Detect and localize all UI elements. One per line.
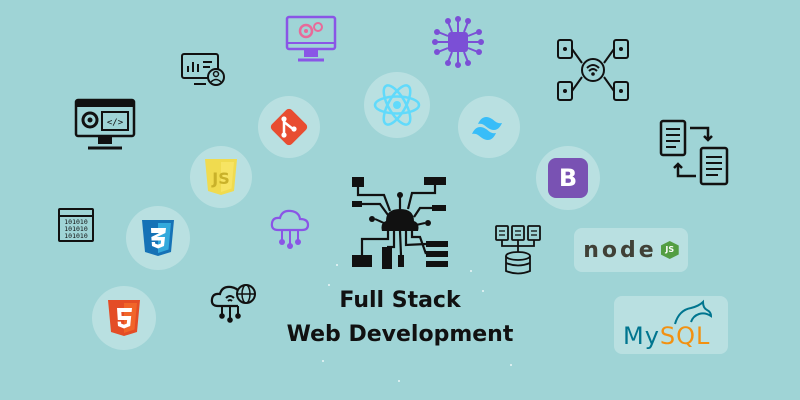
node-tile: node JS — [574, 228, 688, 272]
svg-text:JS: JS — [211, 169, 229, 188]
sparkle — [336, 264, 338, 266]
node-wordmark: node — [583, 237, 657, 263]
js-icon: JS — [205, 159, 237, 195]
sparkle — [322, 360, 324, 362]
cloud-network-icon — [268, 206, 312, 250]
network-devices-icon — [556, 38, 630, 104]
css3-icon — [142, 220, 174, 256]
node-icon: node JS — [583, 237, 679, 263]
tailwind-icon — [472, 116, 502, 141]
react-bubble — [364, 72, 430, 138]
html5-icon — [108, 300, 140, 336]
sparkle — [328, 284, 330, 286]
mysql-tile: MySQL — [614, 296, 728, 354]
html5-bubble — [92, 286, 156, 350]
mysql-wordmark-my: My — [623, 322, 660, 350]
git-bubble — [258, 96, 320, 158]
circuit-chip-icon — [430, 14, 486, 70]
bootstrap-bubble: B — [536, 146, 600, 210]
analytics-monitor-icon — [180, 52, 226, 88]
sparkle — [470, 270, 472, 272]
document-sync-icon — [658, 118, 730, 188]
css3-bubble — [126, 206, 190, 270]
mysql-wordmark-sql: SQL — [659, 322, 711, 350]
git-icon — [270, 108, 308, 146]
settings-monitor-icon — [284, 14, 338, 64]
js-bubble: JS — [190, 146, 252, 208]
node-js-badge: JS — [660, 241, 679, 259]
sparkle — [398, 380, 400, 382]
circuit-brain-icon — [350, 175, 450, 271]
headline-line-1: Full Stack — [339, 288, 461, 313]
sparkle — [482, 290, 484, 292]
sparkle — [510, 364, 512, 366]
code-monitor-icon: </> — [74, 98, 136, 152]
svg-text:</>: </> — [107, 118, 124, 128]
react-icon — [373, 84, 421, 126]
mysql-icon: MySQL — [619, 299, 723, 350]
binary-window-icon: 101010 101010 101010 — [58, 208, 94, 242]
binary-window-titlebar — [60, 210, 92, 217]
database-files-icon — [494, 224, 544, 276]
headline-line-2: Web Development — [286, 322, 514, 347]
bootstrap-letter: B — [558, 164, 578, 192]
binary-row: 101010 — [64, 232, 88, 240]
bootstrap-icon: B — [548, 158, 588, 198]
tailwind-bubble — [458, 96, 520, 158]
